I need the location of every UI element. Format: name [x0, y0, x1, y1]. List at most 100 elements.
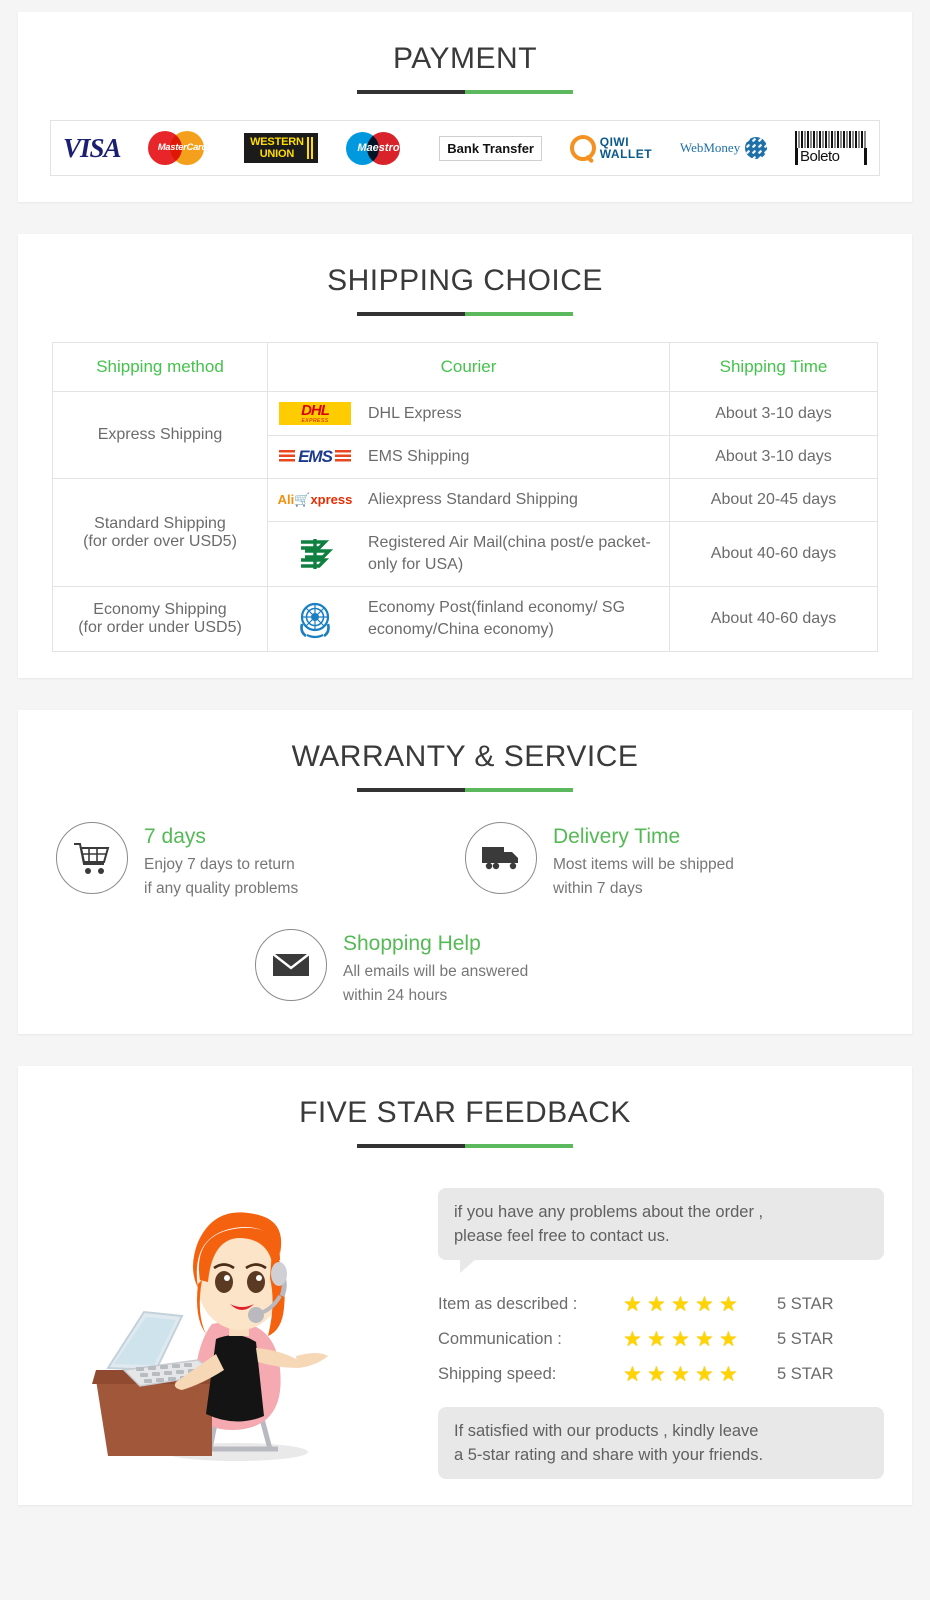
cell-courier-ems: EMS EMS Shipping	[267, 435, 670, 479]
star-icon: ★	[671, 1363, 690, 1386]
warranty-item-title: Shopping Help	[343, 932, 481, 955]
cell-courier-dhl: DHL EXPRESS DHL Express	[267, 391, 670, 436]
dhl-wordmark: DHL	[301, 402, 330, 419]
star-icon: ★	[671, 1293, 690, 1316]
bubble-bottom-line2: a 5-star rating and share with your frie…	[454, 1446, 764, 1464]
un-post-icon	[300, 602, 330, 639]
warranty-item-line2: within 7 days	[553, 880, 643, 897]
method-note: (for order under USD5)	[78, 619, 242, 636]
barcode-icon	[794, 131, 867, 148]
rating-label: Shipping speed:	[438, 1365, 557, 1383]
rule-dark-half	[357, 90, 465, 94]
warranty-section: WARRANTY & SERVICE 7 days Enjoy 7 days t…	[18, 710, 912, 1034]
shipping-table-head: Shipping method Courier Shipping Time	[52, 342, 878, 392]
rule-green-half	[465, 90, 573, 94]
feedback-bubble-bottom: If satisfied with our products , kindly …	[438, 1407, 884, 1479]
rule-green-half	[465, 312, 573, 316]
payment-method-western-union: WESTERN UNION	[244, 128, 318, 168]
courier-name: Aliexpress Standard Shipping	[368, 491, 578, 508]
courier-logo-slot	[276, 598, 354, 640]
qiwi-text: QIWI WALLET	[600, 136, 652, 160]
feedback-body: if you have any problems about the order…	[46, 1174, 884, 1479]
maestro-label: Maestro	[357, 141, 400, 154]
header-shipping-time: Shipping Time	[669, 342, 878, 392]
star-rating: ★ ★ ★ ★ ★	[623, 1329, 753, 1350]
courier-cell: Ali🛒xpress Aliexpress Standard Shipping	[276, 489, 661, 511]
bank-transfer-logo: Bank Transfer	[439, 135, 542, 161]
rule-green-half	[465, 1144, 573, 1148]
warranty-text: 7 days Enjoy 7 days to return if any qua…	[144, 822, 298, 901]
rule-dark-half	[357, 1144, 465, 1148]
bubble-bottom-line1: If satisfied with our products , kindly …	[454, 1422, 759, 1440]
mastercard-label: MasterCard	[157, 142, 208, 153]
cell-time: About 3-10 days	[669, 391, 878, 436]
warranty-title-rule	[357, 788, 573, 792]
bubble-top-line1: if you have any problems about the order…	[454, 1203, 764, 1221]
rating-value: 5 STAR	[777, 1330, 834, 1348]
maestro-logo: Maestro	[345, 131, 412, 165]
rule-green-half	[465, 788, 573, 792]
star-icon: ★	[719, 1293, 738, 1316]
ali-suffix: xpress	[310, 492, 353, 507]
warranty-text: Shopping Help All emails will be answere…	[343, 929, 528, 1008]
header-courier: Courier	[267, 342, 670, 392]
western-union-line1: WESTERN	[250, 136, 304, 148]
star-icon: ★	[647, 1363, 666, 1386]
star-icon: ★	[695, 1328, 714, 1351]
boleto-logo: Boleto	[794, 131, 867, 165]
warranty-item-line1: Most items will be shipped	[553, 856, 734, 873]
header-shipping-method: Shipping method	[52, 342, 268, 392]
shipping-section: SHIPPING CHOICE Shipping method Courier …	[18, 234, 912, 678]
customer-service-agent-illustration	[92, 1212, 328, 1461]
cell-time: About 3-10 days	[669, 435, 878, 479]
warranty-item-line1: All emails will be answered	[343, 963, 529, 980]
star-icon: ★	[623, 1328, 642, 1351]
feedback-title: FIVE STAR FEEDBACK	[299, 1096, 631, 1129]
cell-courier-un-post: Economy Post(finland economy/ SG economy…	[267, 586, 670, 652]
payment-section: PAYMENT VISA MasterCard WESTERN UNION Ma…	[18, 12, 912, 202]
shipping-title: SHIPPING CHOICE	[327, 264, 603, 297]
warranty-item-line1: Enjoy 7 days to return	[144, 856, 295, 873]
shipping-title-rule	[357, 312, 573, 316]
rating-list: Item as described : ★ ★ ★ ★ ★ 5 STAR Com…	[438, 1294, 884, 1385]
bubble-top-line2: please feel free to contact us.	[454, 1227, 670, 1245]
dhl-subtext: EXPRESS	[301, 418, 329, 424]
warranty-title: WARRANTY & SERVICE	[291, 740, 639, 773]
payment-methods-strip: VISA MasterCard WESTERN UNION Maestro Ba…	[50, 120, 880, 176]
payment-method-boleto: Boleto	[794, 128, 867, 168]
warranty-items: 7 days Enjoy 7 days to return if any qua…	[56, 822, 874, 1008]
star-icon: ★	[719, 1328, 738, 1351]
courier-cell: Registered Air Mail(china post/e packet-…	[276, 532, 661, 576]
method-name: Economy Shipping	[93, 601, 227, 618]
warranty-item-help: Shopping Help All emails will be answere…	[255, 929, 675, 1008]
ems-wordmark: EMS	[295, 447, 335, 466]
ems-icon: EMS	[279, 447, 351, 467]
cell-time: About 20-45 days	[669, 478, 878, 522]
courier-name: DHL Express	[368, 404, 462, 422]
star-icon: ★	[671, 1328, 690, 1351]
table-header-row: Shipping method Courier Shipping Time	[52, 342, 878, 392]
ali-prefix: Ali	[277, 492, 295, 507]
warranty-text: Delivery Time Most items will be shipped…	[553, 822, 734, 901]
method-note: (for order over USD5)	[83, 532, 237, 550]
rating-value: 5 STAR	[777, 1365, 834, 1383]
china-post-icon	[301, 539, 334, 569]
boleto-label: Boleto	[794, 148, 867, 165]
cell-method-standard: Standard Shipping (for order over USD5)	[52, 478, 268, 587]
dhl-icon: DHL EXPRESS	[279, 402, 351, 425]
star-icon: ★	[695, 1363, 714, 1386]
warranty-row-top: 7 days Enjoy 7 days to return if any qua…	[56, 822, 874, 901]
star-icon: ★	[623, 1293, 642, 1316]
cell-courier-china-post: Registered Air Mail(china post/e packet-…	[267, 521, 670, 587]
mastercard-logo: MasterCard	[148, 131, 216, 165]
star-rating: ★ ★ ★ ★ ★	[623, 1294, 753, 1315]
rating-row-communication: Communication : ★ ★ ★ ★ ★ 5 STAR	[438, 1329, 884, 1350]
product-detail-page: PAYMENT VISA MasterCard WESTERN UNION Ma…	[0, 12, 930, 1505]
courier-name: EMS Shipping	[368, 448, 470, 465]
delivery-truck-icon	[482, 847, 518, 870]
cell-method-express: Express Shipping	[52, 391, 268, 479]
table-row: Express Shipping DHL EXPRESS DHL Express	[52, 391, 878, 479]
method-name: Express Shipping	[97, 426, 223, 443]
western-union-logo: WESTERN UNION	[244, 133, 318, 163]
aliexpress-icon: Ali🛒xpress	[278, 492, 353, 508]
